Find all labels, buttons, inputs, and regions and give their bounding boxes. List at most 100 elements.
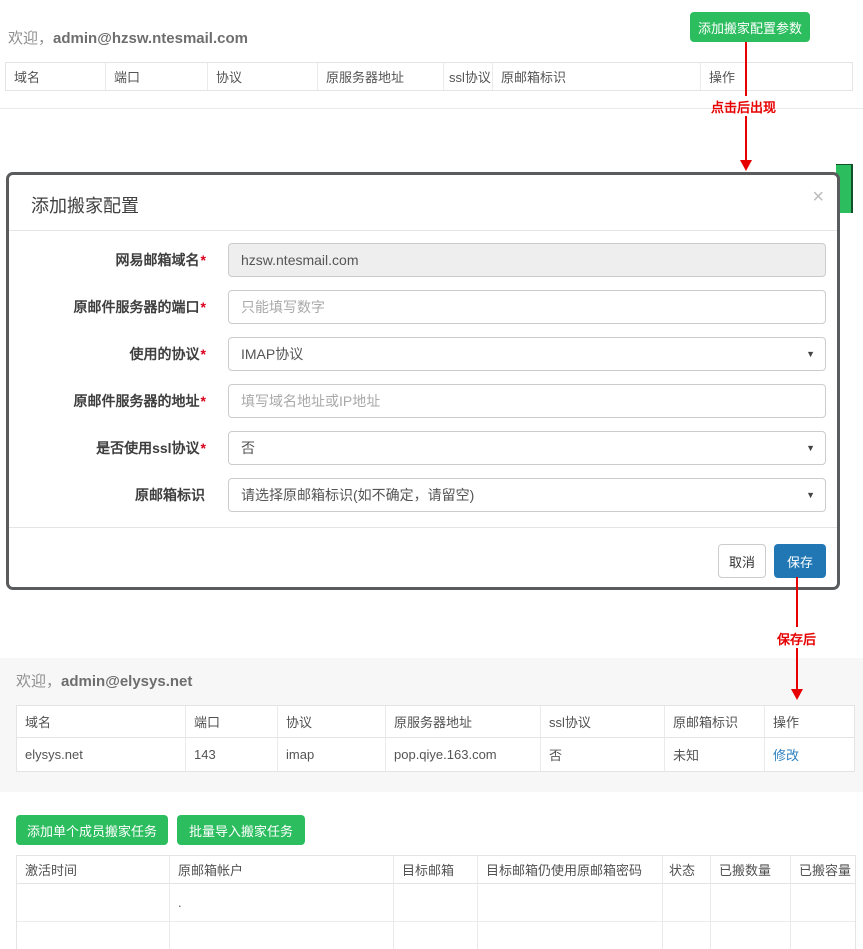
cancel-button[interactable]: 取消: [718, 544, 766, 578]
field-row-server: 原邮件服务器的地址*: [9, 384, 837, 418]
cell-protocol: imap: [278, 738, 386, 771]
click-arrow-line-bottom: [745, 116, 747, 161]
t3-header-activate-time: 激活时间: [17, 856, 170, 884]
task-cell: [711, 922, 791, 949]
task-table: 激活时间 原邮箱帐户 目标邮箱 目标邮箱仍使用原邮箱密码 状态 已搬数量 已搬容…: [16, 855, 856, 949]
field-label-protocol: 使用的协议*: [9, 337, 206, 371]
cell-action: 修改: [765, 738, 854, 771]
cell-port: 143: [186, 738, 278, 771]
netease-domain-field[interactable]: [228, 243, 826, 277]
t2-header-port: 端口: [186, 706, 278, 738]
cell-flag: 未知: [665, 738, 765, 771]
task-cell-source-account: .: [170, 884, 394, 922]
dialog-title: 添加搬家配置: [31, 192, 139, 218]
task-cell: [478, 922, 663, 949]
chevron-down-icon: ▼: [806, 432, 815, 464]
welcome-prefix: 欢迎，: [16, 673, 61, 690]
task-cell: [791, 922, 855, 949]
t1-header-domain: 域名: [6, 63, 106, 90]
save-arrowhead-icon: [791, 689, 803, 700]
cell-ssl: 否: [541, 738, 665, 771]
ssl-select[interactable]: 否 ▼: [228, 431, 826, 465]
task-cell: [17, 922, 170, 949]
config-table-1: 域名 端口 协议 原服务器地址 ssl协议 原邮箱标识 操作: [5, 62, 853, 91]
required-asterisk: *: [201, 252, 206, 268]
click-arrowhead-icon: [740, 160, 752, 171]
admin-account-1: admin@hzsw.ntesmail.com: [53, 30, 248, 47]
t1-header-action: 操作: [701, 63, 852, 90]
task-cell: [170, 922, 394, 949]
field-label-ssl: 是否使用ssl协议*: [9, 431, 206, 465]
t3-header-source-account: 原邮箱帐户: [170, 856, 394, 884]
welcome-text-1: 欢迎，admin@hzsw.ntesmail.com: [8, 27, 248, 48]
page: 欢迎，admin@hzsw.ntesmail.com 添加搬家配置参数 域名 端…: [0, 0, 863, 949]
admin-account-2: admin@elysys.net: [61, 673, 192, 690]
task-cell: [663, 884, 711, 922]
task-cell: [17, 884, 170, 922]
field-label-port: 原邮件服务器的端口*: [9, 290, 206, 324]
save-arrow-line-top: [796, 577, 798, 627]
protocol-select-value: IMAP协议: [241, 338, 303, 370]
required-asterisk: *: [201, 440, 206, 456]
dialog-header-divider: [9, 230, 837, 231]
field-row-domain: 网易邮箱域名*: [9, 243, 837, 277]
t1-header-port: 端口: [106, 63, 208, 90]
config-table-2: 域名 端口 协议 原服务器地址 ssl协议 原邮箱标识 操作 elysys.ne…: [16, 705, 855, 772]
field-row-port: 原邮件服务器的端口*: [9, 290, 837, 324]
close-icon[interactable]: ×: [812, 187, 824, 207]
field-row-ssl: 是否使用ssl协议* 否 ▼: [9, 431, 837, 465]
t3-header-keep-password: 目标邮箱仍使用原邮箱密码: [478, 856, 663, 884]
ssl-select-value: 否: [241, 432, 255, 464]
mailbox-flag-select-value: 请选择原邮箱标识(如不确定，请留空): [241, 479, 474, 511]
chevron-down-icon: ▼: [806, 338, 815, 370]
t1-header-protocol: 协议: [208, 63, 318, 90]
chevron-down-icon: ▼: [806, 479, 815, 511]
task-cell: [791, 884, 855, 922]
required-asterisk: *: [201, 299, 206, 315]
add-single-task-button[interactable]: 添加单个成员搬家任务: [16, 815, 168, 845]
t2-header-server: 原服务器地址: [386, 706, 541, 738]
t3-header-target-mailbox: 目标邮箱: [394, 856, 478, 884]
mailbox-flag-select[interactable]: 请选择原邮箱标识(如不确定，请留空) ▼: [228, 478, 826, 512]
task-cell: [394, 884, 478, 922]
add-migration-config-button[interactable]: 添加搬家配置参数: [690, 12, 810, 42]
after-click-annotation: 点击后出现: [711, 97, 776, 116]
t2-header-domain: 域名: [17, 706, 186, 738]
t2-header-protocol: 协议: [278, 706, 386, 738]
protocol-select[interactable]: IMAP协议 ▼: [228, 337, 826, 371]
save-button[interactable]: 保存: [774, 544, 826, 578]
modify-link[interactable]: 修改: [773, 745, 799, 764]
field-row-flag: 原邮箱标识 请选择原邮箱标识(如不确定，请留空) ▼: [9, 478, 837, 512]
welcome-text-2: 欢迎，admin@elysys.net: [16, 670, 192, 691]
t2-header-flag: 原邮箱标识: [665, 706, 765, 738]
save-arrow-line-bottom: [796, 648, 798, 690]
cell-domain: elysys.net: [17, 738, 186, 771]
field-label-flag: 原邮箱标识: [9, 478, 206, 512]
field-row-protocol: 使用的协议* IMAP协议 ▼: [9, 337, 837, 371]
source-port-field[interactable]: [228, 290, 826, 324]
field-label-server: 原邮件服务器的地址*: [9, 384, 206, 418]
task-cell: [711, 884, 791, 922]
task-cell: [394, 922, 478, 949]
required-asterisk: *: [201, 393, 206, 409]
after-save-annotation: 保存后: [777, 629, 816, 648]
t3-header-moved-size: 已搬容量: [791, 856, 855, 884]
add-config-dialog: 添加搬家配置 × 网易邮箱域名* 原邮件服务器的端口* 使用的协议* IMAP协…: [6, 172, 840, 590]
cell-server: pop.qiye.163.com: [386, 738, 541, 771]
field-label-domain: 网易邮箱域名*: [9, 243, 206, 277]
t1-header-flag: 原邮箱标识: [493, 63, 701, 90]
t1-header-server: 原服务器地址: [318, 63, 444, 90]
click-arrow-line-top: [745, 42, 747, 96]
t2-header-action: 操作: [765, 706, 854, 738]
source-server-field[interactable]: [228, 384, 826, 418]
task-cell: [478, 884, 663, 922]
batch-import-task-button[interactable]: 批量导入搬家任务: [177, 815, 305, 845]
required-asterisk: *: [201, 346, 206, 362]
task-cell: [663, 922, 711, 949]
t3-header-moved-count: 已搬数量: [711, 856, 791, 884]
t3-header-status: 状态: [663, 856, 711, 884]
welcome-prefix: 欢迎，: [8, 30, 53, 47]
t1-header-ssl: ssl协议: [444, 63, 493, 90]
dialog-footer: 取消 保存: [9, 527, 837, 588]
t2-header-ssl: ssl协议: [541, 706, 665, 738]
